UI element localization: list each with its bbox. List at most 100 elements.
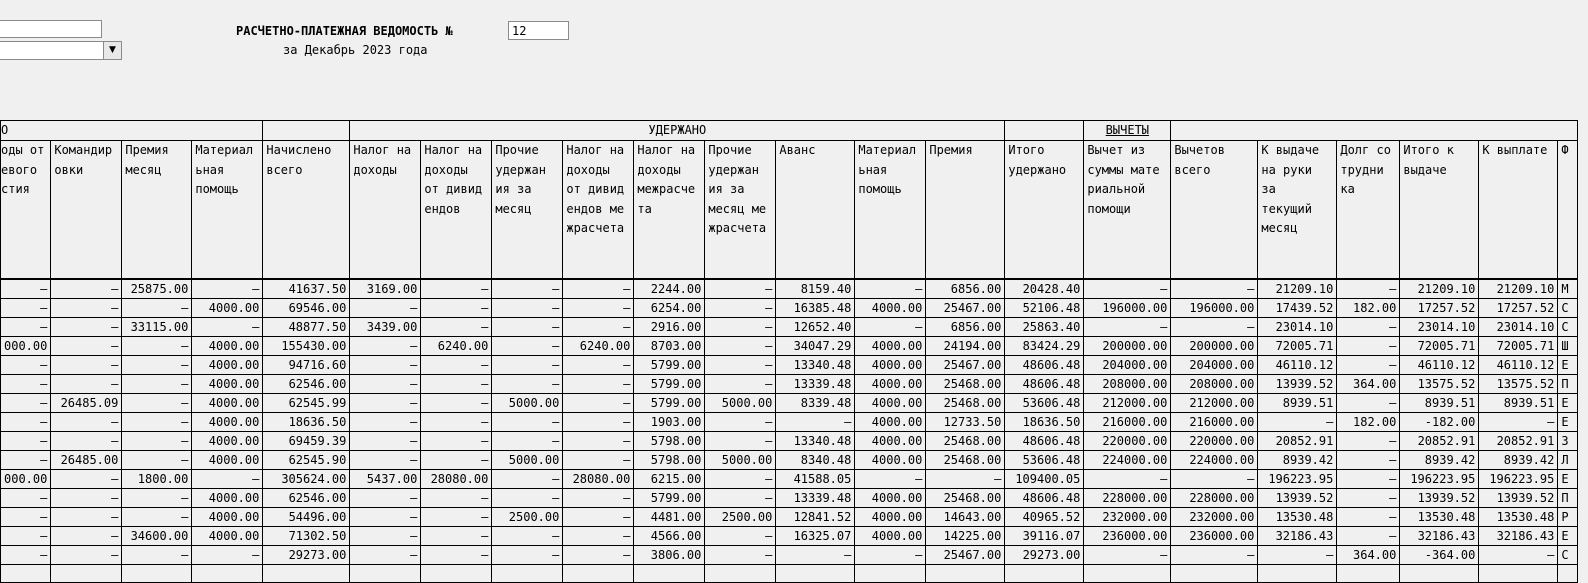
table-cell[interactable]: 72005.71	[1399, 336, 1480, 356]
table-cell[interactable]: –	[349, 488, 422, 508]
table-cell[interactable]: –	[50, 469, 123, 489]
table-cell[interactable]: Р	[1557, 507, 1579, 527]
table-cell[interactable]: –	[121, 431, 193, 451]
table-cell[interactable]: 236000.00	[1170, 526, 1259, 546]
table-cell[interactable]: 48877.50	[262, 317, 351, 337]
table-cell[interactable]: –	[191, 469, 264, 489]
table-cell[interactable]: –	[704, 545, 777, 565]
table-cell[interactable]: -182.00	[1399, 412, 1480, 432]
table-cell[interactable]	[0, 564, 52, 583]
table-cell[interactable]: –	[50, 431, 123, 451]
table-cell[interactable]: –	[0, 507, 52, 527]
table-cell[interactable]	[1170, 564, 1259, 583]
table-cell[interactable]: –	[704, 412, 777, 432]
table-cell[interactable]: –	[50, 545, 123, 565]
table-cell[interactable]: 5000.00	[704, 450, 777, 470]
table-cell[interactable]: –	[704, 355, 777, 375]
table-cell[interactable]: –	[0, 545, 52, 565]
table-cell[interactable]: 53606.48	[1004, 393, 1085, 413]
table-cell[interactable]: –	[491, 279, 564, 299]
table-cell[interactable]: 46110.12	[1257, 355, 1338, 375]
table-cell[interactable]: –	[0, 488, 52, 508]
table-cell[interactable]: –	[562, 507, 635, 527]
table-cell[interactable]: 25875.00	[121, 279, 193, 299]
table-cell[interactable]: 8939.51	[1257, 393, 1338, 413]
table-cell[interactable]: –	[420, 450, 493, 470]
table-cell[interactable]: –	[1170, 469, 1259, 489]
table-cell[interactable]: –	[562, 431, 635, 451]
table-cell[interactable]: 14643.00	[925, 507, 1006, 527]
table-cell[interactable]: Е	[1557, 412, 1579, 432]
table-cell[interactable]: –	[50, 526, 123, 546]
table-cell[interactable]: –	[491, 469, 564, 489]
table-cell[interactable]: 13339.48	[775, 374, 856, 394]
table-cell[interactable]: –	[562, 355, 635, 375]
table-cell[interactable]: 83424.29	[1004, 336, 1085, 356]
table-cell[interactable]: 4000.00	[854, 374, 927, 394]
table-cell[interactable]: 17439.52	[1257, 298, 1338, 318]
table-cell[interactable]: 8939.51	[1399, 393, 1480, 413]
table-cell[interactable]: 53606.48	[1004, 450, 1085, 470]
table-cell[interactable]: –	[420, 545, 493, 565]
table-cell[interactable]	[420, 564, 493, 583]
table-cell[interactable]: 48606.48	[1004, 488, 1085, 508]
table-cell[interactable]: 62545.90	[262, 450, 351, 470]
table-cell[interactable]: 305624.00	[262, 469, 351, 489]
table-cell[interactable]: –	[121, 450, 193, 470]
table-cell[interactable]: 5799.00	[633, 488, 706, 508]
table-cell[interactable]: –	[0, 393, 52, 413]
table-cell[interactable]: 212000.00	[1170, 393, 1259, 413]
table-cell[interactable]: –	[420, 374, 493, 394]
table-cell[interactable]: –	[1478, 545, 1559, 565]
table-cell[interactable]: 212000.00	[1083, 393, 1172, 413]
table-cell[interactable]: –	[50, 355, 123, 375]
table-cell[interactable]: –	[704, 374, 777, 394]
table-cell[interactable]: 232000.00	[1170, 507, 1259, 527]
table-cell[interactable]	[854, 564, 927, 583]
table-cell[interactable]: 21209.10	[1478, 279, 1559, 299]
table-cell[interactable]: –	[121, 298, 193, 318]
table-cell[interactable]: –	[0, 450, 52, 470]
table-cell[interactable]: 13340.48	[775, 431, 856, 451]
table-cell[interactable]: 72005.71	[1257, 336, 1338, 356]
table-cell[interactable]: 4000.00	[191, 431, 264, 451]
table-cell[interactable]: –	[562, 298, 635, 318]
table-cell[interactable]: Ш	[1557, 336, 1579, 356]
table-cell[interactable]: С	[1557, 298, 1579, 318]
table-cell[interactable]: 4566.00	[633, 526, 706, 546]
table-row[interactable]: – – –4000.00 62546.00– – – –5799.00–13339.48 40…	[0, 488, 1579, 508]
table-cell[interactable]: 196223.95	[1257, 469, 1338, 489]
table-cell[interactable]: –	[1336, 393, 1401, 413]
table-cell[interactable]: –	[349, 393, 422, 413]
table-cell[interactable]: 29273.00	[1004, 545, 1085, 565]
table-cell[interactable]: 8703.00	[633, 336, 706, 356]
table-cell[interactable]: 5437.00	[349, 469, 422, 489]
table-cell[interactable]: 6240.00	[420, 336, 493, 356]
table-cell[interactable]: 364.00	[1336, 545, 1401, 565]
table-cell[interactable]: Е	[1557, 393, 1579, 413]
table-cell[interactable]: 33115.00	[121, 317, 193, 337]
table-cell[interactable]	[191, 564, 264, 583]
table-cell[interactable]: 62546.00	[262, 374, 351, 394]
table-cell[interactable]: –	[704, 526, 777, 546]
table-cell[interactable]: –	[191, 545, 264, 565]
table-cell[interactable]: –	[349, 374, 422, 394]
table-cell[interactable]: 17257.52	[1399, 298, 1480, 318]
table-cell[interactable]: –	[1257, 545, 1338, 565]
table-cell[interactable]: 3169.00	[349, 279, 422, 299]
table-cell[interactable]: 4000.00	[854, 336, 927, 356]
table-cell[interactable]: 6215.00	[633, 469, 706, 489]
table-row[interactable]: 000.00– –4000.00 155430.00–6240.00–6240.00…	[0, 336, 1579, 356]
table-cell[interactable]: 4000.00	[854, 393, 927, 413]
table-cell[interactable]: 17257.52	[1478, 298, 1559, 318]
table-cell[interactable]: –	[420, 488, 493, 508]
table-cell[interactable]: 109400.05	[1004, 469, 1085, 489]
table-cell[interactable]: –	[1478, 412, 1559, 432]
table-row[interactable]: – – –4000.00 94716.60– – – –5799.00–13340.48 40…	[0, 355, 1579, 375]
table-cell[interactable]: 182.00	[1336, 298, 1401, 318]
table-cell[interactable]: 48606.48	[1004, 431, 1085, 451]
table-cell[interactable]	[775, 564, 856, 583]
table-cell[interactable]: –	[121, 374, 193, 394]
table-cell[interactable]: 196223.95	[1399, 469, 1480, 489]
table-cell[interactable]: 204000.00	[1170, 355, 1259, 375]
